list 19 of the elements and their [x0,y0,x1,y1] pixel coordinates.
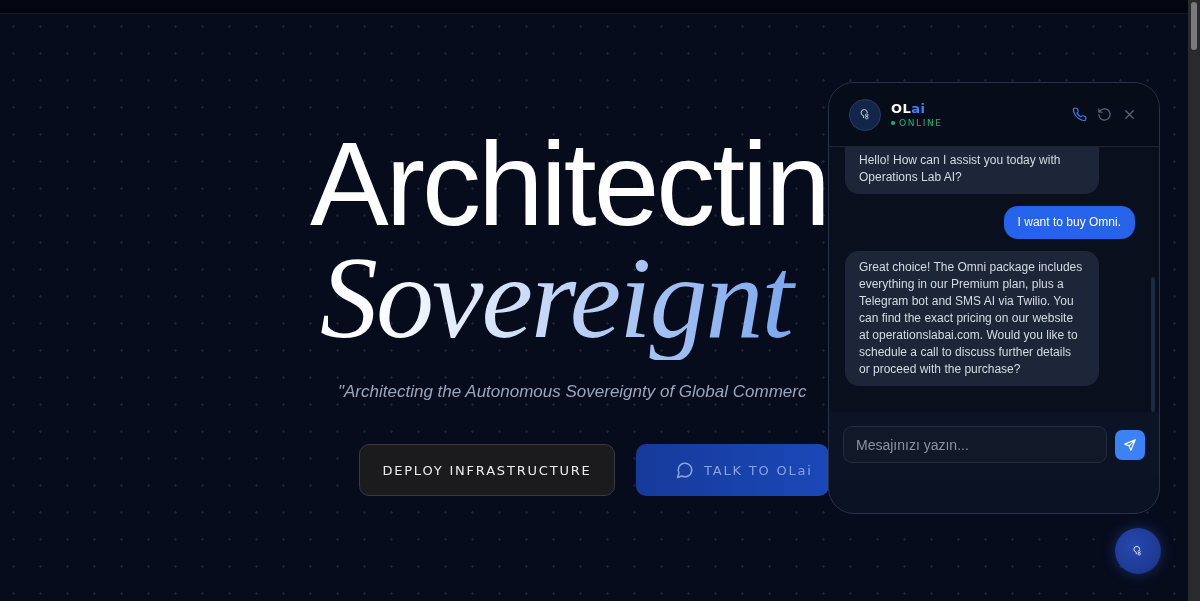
bot-name: OLai [891,101,926,116]
chat-bubble-icon [676,461,694,479]
page-scrollbar[interactable] [1188,0,1200,601]
close-icon[interactable] [1122,107,1137,122]
bot-message: Hello! How can I assist you today with Operations Lab AI? [845,147,1099,194]
message-input[interactable]: Mesajınızı yazın... [843,426,1108,463]
tagline: "Architecting the Autonomous Sovereignty of Global Commerc [338,382,808,402]
status-label: ONLINE [899,118,943,128]
talk-button[interactable]: TALK TO OLai [636,444,829,496]
phone-icon[interactable] [1072,107,1087,122]
bot-avatar [849,98,881,131]
chat-launcher-button[interactable] [1115,528,1161,574]
scrollbar-thumb[interactable] [1151,277,1155,412]
user-message: I want to buy Omni. [1003,206,1135,239]
bot-message: Great choice! The Omni package includes everything in our Premium plan, plus a Telegram bot and SMS AI via Twilio. You can find the exact pricing on our website at operationslabai.com. Would you like to schedule a call to discuss further details or proceed with the purchase? [845,251,1099,386]
send-icon [1123,437,1138,452]
deploy-button[interactable]: DEPLOY INFRASTRUCTURE [359,444,615,496]
refresh-icon[interactable] [1097,107,1112,122]
send-button[interactable] [1115,429,1145,460]
